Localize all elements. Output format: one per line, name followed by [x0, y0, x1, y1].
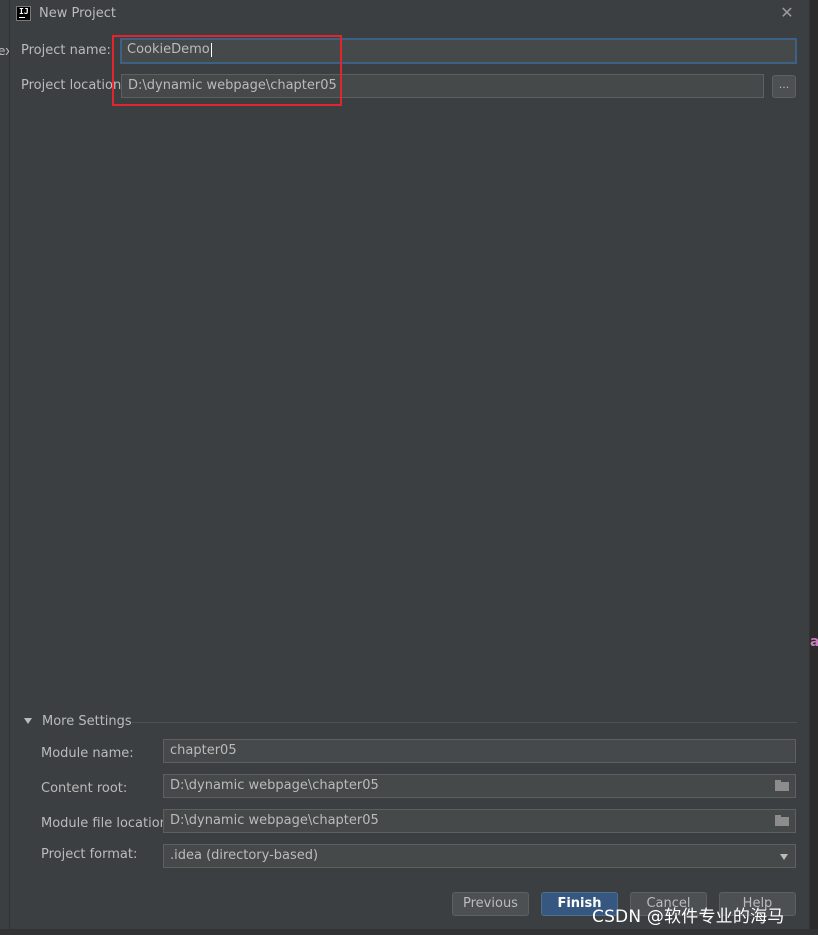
- content-root-label: Content root:: [41, 781, 128, 796]
- project-format-value: .idea (directory-based): [170, 848, 319, 863]
- project-name-label: Project name:: [21, 43, 111, 58]
- collapse-arrow-icon: [24, 718, 32, 724]
- close-icon[interactable]: ✕: [779, 4, 795, 22]
- module-name-input[interactable]: chapter05: [163, 739, 796, 763]
- module-name-label: Module name:: [41, 746, 134, 761]
- folder-icon[interactable]: [775, 780, 789, 791]
- previous-button[interactable]: Previous: [452, 892, 529, 916]
- chevron-down-icon: [780, 854, 788, 860]
- section-divider: [132, 722, 797, 723]
- background-status-strip: [0, 929, 818, 935]
- new-project-dialog: IJ New Project ✕ Project name: CookieDem…: [9, 0, 810, 935]
- content-root-input[interactable]: D:\dynamic webpage\chapter05: [163, 774, 796, 798]
- annotation-highlight-box: [112, 35, 342, 106]
- csdn-watermark: CSDN @软件专业的海马: [592, 907, 785, 927]
- project-location-label: Project location:: [21, 78, 126, 93]
- module-name-value: chapter05: [170, 743, 237, 758]
- project-format-label: Project format:: [41, 847, 138, 862]
- module-file-location-label: Module file location:: [41, 816, 173, 831]
- background-ide-left: ex: [0, 0, 12, 935]
- module-file-location-value: D:\dynamic webpage\chapter05: [170, 813, 379, 828]
- background-ide-right: at: [810, 0, 818, 935]
- background-text-fragment-right: at: [810, 634, 818, 650]
- dialog-title: New Project: [39, 6, 116, 21]
- more-settings-label: More Settings: [42, 714, 132, 729]
- browse-location-button[interactable]: ...: [772, 75, 796, 98]
- intellij-logo-icon: IJ: [16, 6, 31, 21]
- module-file-location-input[interactable]: D:\dynamic webpage\chapter05: [163, 809, 796, 833]
- content-root-value: D:\dynamic webpage\chapter05: [170, 778, 379, 793]
- project-format-select[interactable]: .idea (directory-based): [163, 844, 796, 868]
- folder-icon[interactable]: [775, 815, 789, 826]
- title-bar: IJ New Project ✕: [10, 0, 811, 28]
